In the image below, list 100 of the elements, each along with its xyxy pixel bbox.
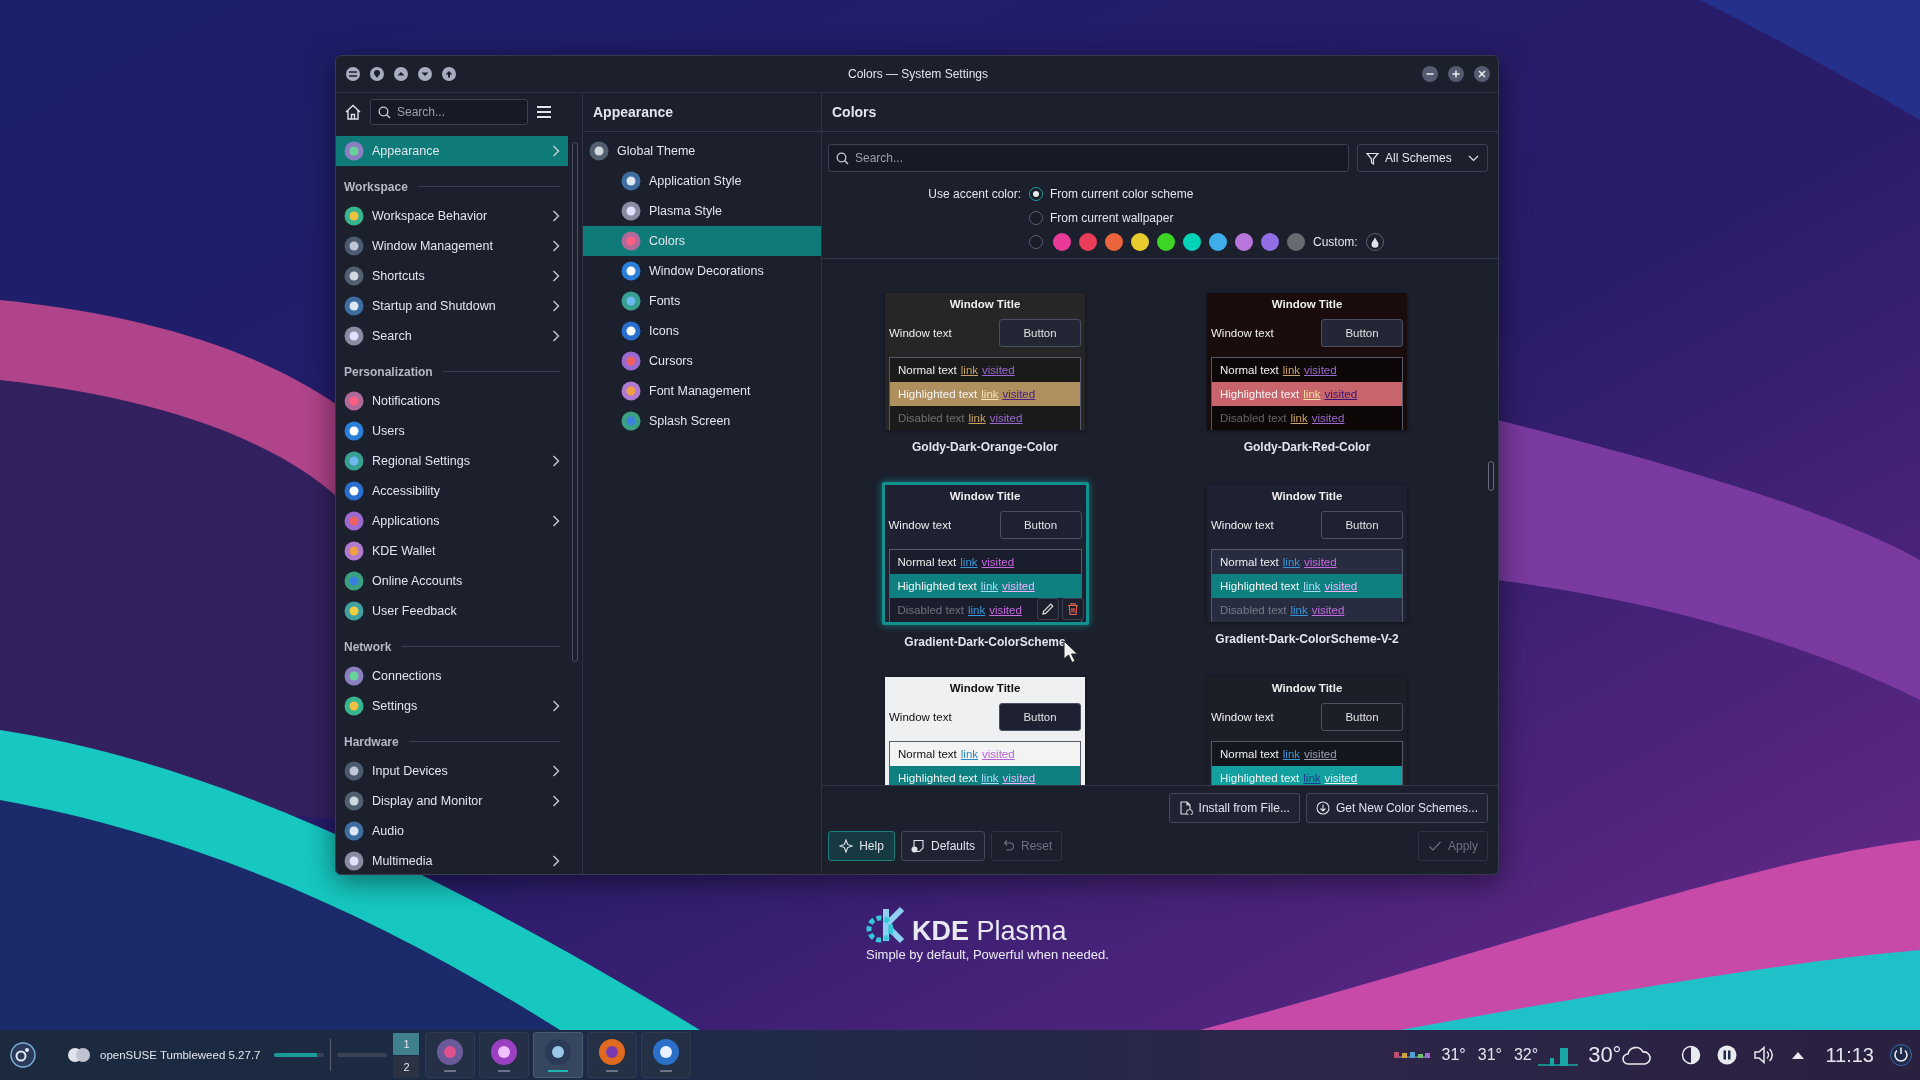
sidebar-item[interactable]: Workspace Behavior xyxy=(336,201,568,231)
cloud-icon[interactable] xyxy=(1621,1044,1652,1066)
search-field[interactable]: Search... xyxy=(828,144,1349,172)
activity-icon[interactable] xyxy=(66,1046,92,1064)
sidebar-item[interactable]: Applications xyxy=(336,506,568,536)
taskbar-app-button[interactable] xyxy=(533,1032,584,1078)
category-icon xyxy=(621,321,641,341)
taskbar-app-button[interactable] xyxy=(641,1032,692,1078)
preview-button: Button xyxy=(999,511,1082,539)
category-item[interactable]: Colors xyxy=(583,226,821,256)
color-scheme-preview[interactable]: Window Title Window text Button Normal text link visited Highlighted text link visited Disabled text link visited xyxy=(881,482,1089,625)
sidebar-item[interactable]: Accessibility xyxy=(336,476,568,506)
color-swatch[interactable] xyxy=(1079,233,1097,251)
pin-icon[interactable] xyxy=(370,67,384,81)
sidebar-item[interactable]: Window Management xyxy=(336,231,568,261)
minimize-icon[interactable] xyxy=(1422,66,1438,82)
color-swatch[interactable] xyxy=(1183,233,1201,251)
preview-button: Button xyxy=(1321,319,1403,347)
color-swatch[interactable] xyxy=(1157,233,1175,251)
sidebar-item[interactable]: Search xyxy=(336,321,568,351)
category-item[interactable]: Fonts xyxy=(583,286,821,316)
maximize-icon[interactable] xyxy=(1448,66,1464,82)
preview-link: link xyxy=(1282,556,1301,568)
clock[interactable]: 11:13 xyxy=(1825,1043,1874,1067)
close-icon[interactable] xyxy=(1474,66,1490,82)
color-swatch[interactable] xyxy=(1287,233,1305,251)
sidebar-item[interactable]: Audio xyxy=(336,816,568,846)
color-swatch[interactable] xyxy=(1235,233,1253,251)
category-item[interactable]: Plasma Style xyxy=(583,196,821,226)
delete-button[interactable] xyxy=(1061,598,1084,620)
help-button[interactable]: Help xyxy=(828,831,895,861)
color-scheme-preview[interactable]: Window Title Window text Button Normal text link visited Highlighted text link visited Disabled text link visited xyxy=(1207,293,1407,430)
edit-button[interactable] xyxy=(1036,598,1059,620)
defaults-button[interactable]: Defaults xyxy=(901,831,986,861)
section-heading: Workspace xyxy=(344,179,408,194)
menu-icon[interactable] xyxy=(536,105,552,119)
color-swatch[interactable] xyxy=(1053,233,1071,251)
desktop-pager-cell[interactable]: 1 xyxy=(393,1032,420,1055)
sparkle-icon xyxy=(839,839,854,853)
preview-link: link xyxy=(960,364,979,376)
sidebar-item[interactable]: Appearance xyxy=(336,136,568,166)
radio-button[interactable] xyxy=(1029,235,1043,249)
desktop-pager-cell[interactable]: 2 xyxy=(393,1055,420,1078)
taskbar-app-button[interactable] xyxy=(479,1032,530,1078)
color-scheme-preview[interactable]: Window Title Window text Button Normal text link visited Highlighted text link visited xyxy=(1207,677,1407,785)
category-item[interactable]: Window Decorations xyxy=(583,256,821,286)
color-swatch[interactable] xyxy=(1131,233,1149,251)
radio-button[interactable] xyxy=(1029,187,1043,201)
sidebar-item[interactable]: Users xyxy=(336,416,568,446)
search-icon xyxy=(378,106,391,119)
power-icon[interactable] xyxy=(1890,1044,1912,1066)
sidebar-item[interactable]: Multimedia xyxy=(336,846,568,874)
sidebar-item[interactable]: KDE Wallet xyxy=(336,536,568,566)
preview-link: link xyxy=(960,748,979,760)
color-scheme-preview[interactable]: Window Title Window text Button Normal text link visited Highlighted text link visited Disabled text link visited xyxy=(885,293,1085,430)
expand-arrow-icon[interactable] xyxy=(1791,1050,1806,1060)
sidebar-item[interactable]: User Feedback xyxy=(336,596,568,626)
sidebar-item[interactable]: Input Devices xyxy=(336,756,568,786)
preview-link: link xyxy=(1303,388,1321,400)
preview-link: visited xyxy=(1324,772,1358,784)
color-scheme-preview[interactable]: Window Title Window text Button Normal text link visited Highlighted text link visited xyxy=(885,677,1085,785)
preview-text: Normal text xyxy=(898,364,957,376)
color-swatch[interactable] xyxy=(1209,233,1227,251)
pause-icon[interactable] xyxy=(1717,1045,1738,1065)
sidebar-item[interactable]: Notifications xyxy=(336,386,568,416)
color-swatch[interactable] xyxy=(1261,233,1279,251)
action-button[interactable]: Install from File... xyxy=(1168,793,1300,823)
half-circle-icon[interactable] xyxy=(1681,1045,1702,1065)
sliders-icon[interactable] xyxy=(346,67,360,81)
sidebar-item[interactable]: Settings xyxy=(336,691,568,721)
search-field[interactable]: Search... xyxy=(370,99,528,125)
color-swatch[interactable] xyxy=(1105,233,1123,251)
sidebar-item[interactable]: Display and Monitor xyxy=(336,786,568,816)
category-item[interactable]: Cursors xyxy=(583,346,821,376)
radio-button[interactable] xyxy=(1029,211,1043,225)
action-button[interactable]: Get New Color Schemes... xyxy=(1305,793,1488,823)
preview-link: visited xyxy=(1002,772,1036,784)
home-icon[interactable] xyxy=(344,103,362,121)
filter-dropdown[interactable]: All Schemes xyxy=(1357,144,1488,172)
preview-link: link xyxy=(1290,412,1308,424)
sidebar-item[interactable]: Shortcuts xyxy=(336,261,568,291)
scrollbar[interactable] xyxy=(572,142,578,662)
category-item[interactable]: Splash Screen xyxy=(583,406,821,436)
sidebar-item[interactable]: Online Accounts xyxy=(336,566,568,596)
volume-icon[interactable] xyxy=(1753,1045,1776,1065)
launcher-icon[interactable] xyxy=(10,1042,36,1068)
scrollbar-thumb[interactable] xyxy=(1488,461,1494,491)
color-scheme-preview[interactable]: Window Title Window text Button Normal text link visited Highlighted text link visited Disabled text link visited xyxy=(1207,485,1407,622)
category-item[interactable]: Font Management xyxy=(583,376,821,406)
sidebar-item[interactable]: Regional Settings xyxy=(336,446,568,476)
option-label: From current color scheme xyxy=(1050,187,1194,201)
category-item[interactable]: Global Theme xyxy=(583,136,821,166)
category-item[interactable]: Application Style xyxy=(583,166,821,196)
preview-link: link xyxy=(968,412,986,424)
category-item[interactable]: Icons xyxy=(583,316,821,346)
preview-link: link xyxy=(1282,748,1301,760)
preview-text: Normal text xyxy=(1220,748,1279,760)
sidebar-item[interactable]: Connections xyxy=(336,661,568,691)
sidebar-item[interactable]: Startup and Shutdown xyxy=(336,291,568,321)
app-icon xyxy=(436,1038,465,1066)
